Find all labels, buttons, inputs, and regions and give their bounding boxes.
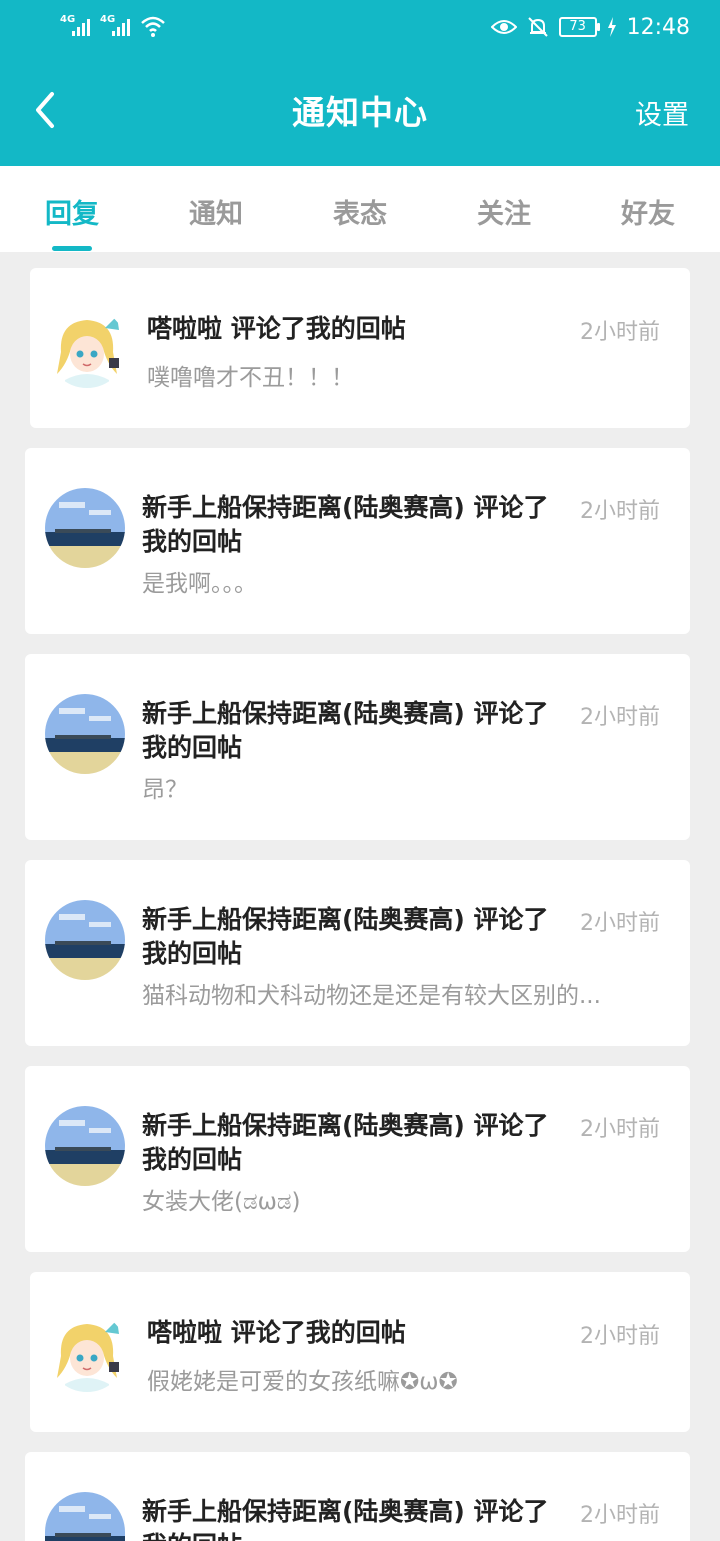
notification-time: 2小时前 [580,705,660,730]
notification-title: 新手上船保持距离(陆奥赛高) 评论了我的回帖 [142,493,549,556]
notification-title: 新手上船保持距离(陆奥赛高) 评论了我的回帖 [142,699,549,762]
anime-girl-avatar[interactable] [47,1312,127,1392]
notification-card[interactable]: 嗒啦啦 评论了我的回帖 2小时前 噗噜噜才不丑！！！ [30,268,690,428]
status-bar: 4G 4G 73 12:48 [0,0,720,56]
settings-button[interactable]: 设置 [635,93,689,132]
notification-card[interactable]: 新手上船保持距离(陆奥赛高) 评论了我的回帖 2小时前 是我啊。。。 [25,448,690,634]
wifi-icon [141,16,165,37]
notification-card[interactable]: 新手上船保持距离(陆奥赛高) 评论了我的回帖 2小时前 [25,1452,690,1541]
charging-icon [607,17,616,37]
seaside-avatar[interactable] [45,488,125,568]
notification-message: 女装大佬(ಡωಡ) [142,1189,301,1215]
notification-time: 2小时前 [580,320,660,345]
seaside-avatar[interactable] [45,694,125,774]
notification-time: 2小时前 [580,1503,660,1528]
clock: 12:48 [626,14,690,40]
notification-card[interactable]: 新手上船保持距离(陆奥赛高) 评论了我的回帖 2小时前 女装大佬(ಡωಡ) [25,1066,690,1252]
notification-title: 新手上船保持距离(陆奥赛高) 评论了我的回帖 [142,1497,549,1541]
notification-time: 2小时前 [580,499,660,524]
anime-girl-avatar[interactable] [47,308,127,388]
notification-message: 猫科动物和犬科动物还是还是有较大区别的... [142,983,601,1009]
notification-message: 是我啊。。。 [142,571,257,597]
notification-message: 昂？ [142,777,188,803]
notification-card[interactable]: 新手上船保持距离(陆奥赛高) 评论了我的回帖 2小时前 昂？ [25,654,690,840]
tab-friends[interactable]: 好友 [621,192,675,231]
seaside-avatar[interactable] [45,1106,125,1186]
notification-title: 嗒啦啦 评论了我的回帖 [147,314,406,343]
seaside-avatar[interactable] [45,900,125,980]
notification-card[interactable]: 新手上船保持距离(陆奥赛高) 评论了我的回帖 2小时前 猫科动物和犬科动物还是还… [25,860,690,1046]
tab-reply[interactable]: 回复 [45,192,99,231]
page-title: 通知中心 [292,93,428,132]
notification-time: 2小时前 [580,1324,660,1349]
eye-icon [490,20,517,34]
notification-message: 噗噜噜才不丑！！！ [147,365,354,391]
active-tab-indicator [52,246,92,251]
notification-time: 2小时前 [580,1117,660,1142]
signal-icon [112,16,130,36]
tab-reaction[interactable]: 表态 [333,192,387,231]
tab-follow[interactable]: 关注 [477,192,531,231]
battery-level: 73 [569,19,586,34]
notification-message: 假姥姥是可爱的女孩纸嘛✪ω✪ [147,1369,458,1395]
notification-time: 2小时前 [580,911,660,936]
tab-bar: 回复 通知 表态 关注 好友 [0,166,720,252]
app-header: 4G 4G 73 12:48 通知中心 设置 [0,0,720,166]
notification-title: 新手上船保持距离(陆奥赛高) 评论了我的回帖 [142,1111,549,1174]
bell-off-icon [527,17,548,37]
seaside-avatar[interactable] [45,1492,125,1541]
tab-notice[interactable]: 通知 [189,192,243,231]
battery-icon: 73 [558,17,600,37]
signal-icon [72,16,90,36]
notification-card[interactable]: 嗒啦啦 评论了我的回帖 2小时前 假姥姥是可爱的女孩纸嘛✪ω✪ [30,1272,690,1432]
notification-title: 新手上船保持距离(陆奥赛高) 评论了我的回帖 [142,905,549,968]
notification-title: 嗒啦啦 评论了我的回帖 [147,1318,406,1347]
